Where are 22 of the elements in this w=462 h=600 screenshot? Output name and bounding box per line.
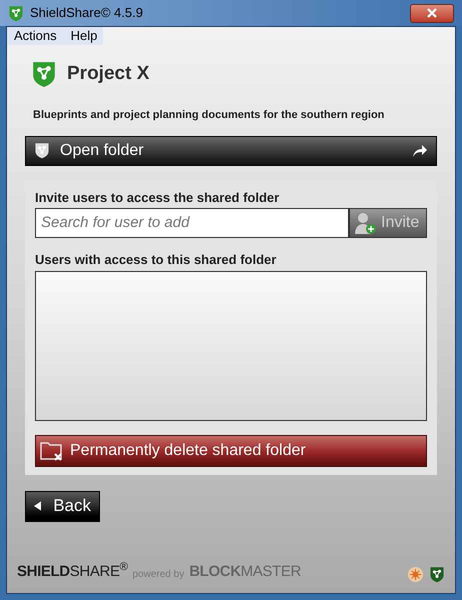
share-arrow-icon <box>412 144 428 158</box>
invite-label: Invite users to access the shared folder <box>35 188 280 206</box>
access-label: Users with access to this shared folder <box>35 251 278 269</box>
menu-item[interactable]: Actions <box>7 26 64 46</box>
shield-logo-icon <box>31 59 57 89</box>
folder-delete-icon <box>40 440 64 462</box>
app-icon <box>8 4 24 22</box>
brand-logo: SHIELDSHARE$^{®}$ <box>17 560 128 582</box>
company-logo: BLOCKMASTER <box>189 562 301 582</box>
window-title: ShieldShare© 4.5.9 <box>30 4 143 22</box>
shield-icon <box>34 142 50 159</box>
menu-item[interactable]: Help <box>64 26 104 46</box>
add-user-icon <box>353 211 377 235</box>
open-folder-button[interactable]: Open folder <box>25 136 437 166</box>
project-description: Blueprints and project planning documents for the southern region <box>33 108 386 123</box>
sun-status-icon <box>407 566 424 583</box>
delete-folder-button[interactable]: Permanently delete shared folder <box>35 434 427 466</box>
close-icon <box>427 8 437 18</box>
shield-status-icon <box>429 566 445 583</box>
back-button[interactable]: Back <box>25 490 100 522</box>
project-title: Project X <box>67 62 150 86</box>
close-button[interactable] <box>410 4 454 22</box>
